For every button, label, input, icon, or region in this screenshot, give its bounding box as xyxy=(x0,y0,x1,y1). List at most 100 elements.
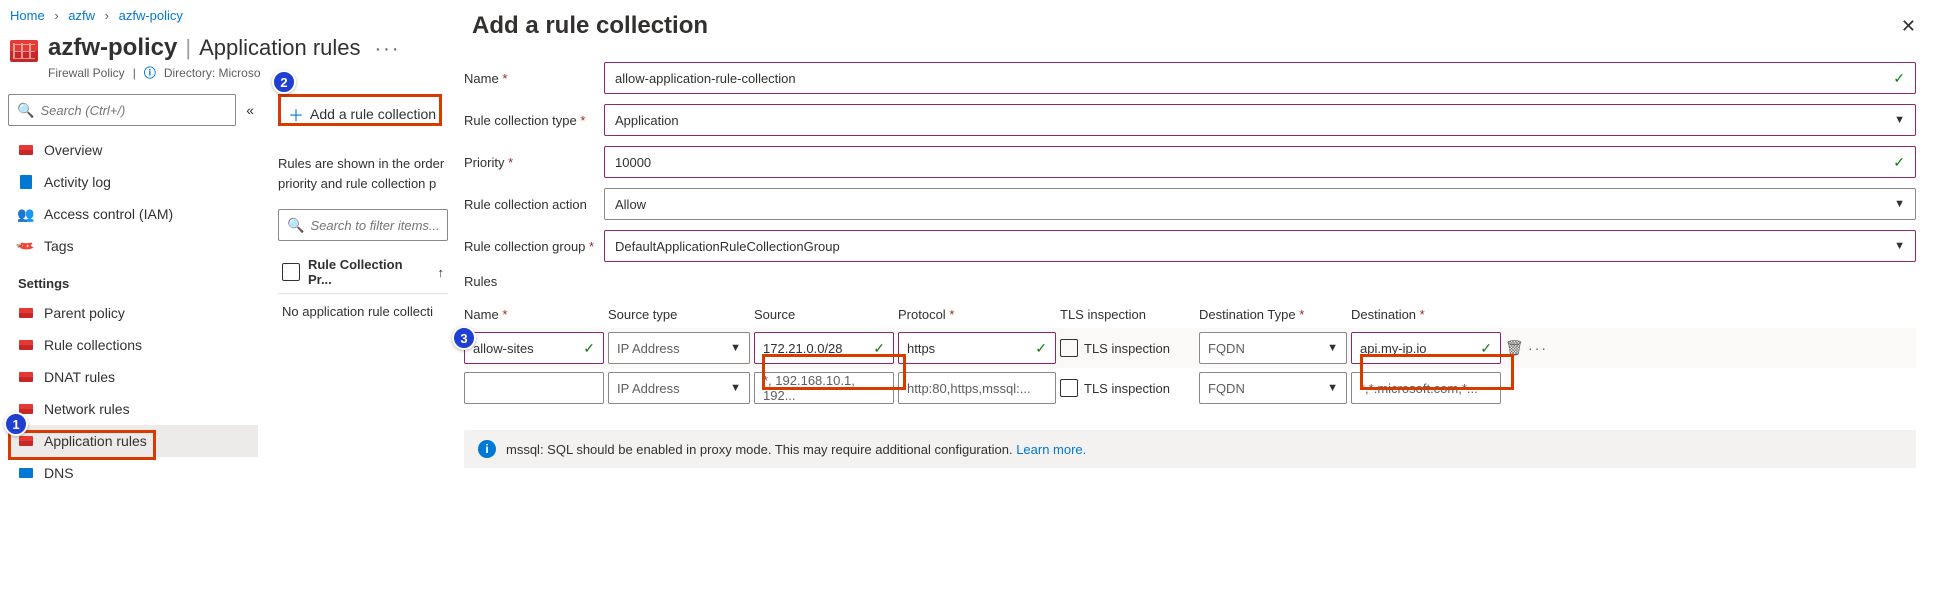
search-icon: 🔍 xyxy=(287,217,304,234)
group-select[interactable]: DefaultApplicationRuleCollectionGroup ▼ xyxy=(604,230,1916,262)
check-icon: ✓ xyxy=(873,340,885,357)
info-banner: i mssql: SQL should be enabled in proxy … xyxy=(464,430,1916,468)
nav-tags[interactable]: 🔖 Tags xyxy=(8,230,258,262)
priority-input[interactable]: 10000 ✓ xyxy=(604,146,1916,178)
rule-dest-type-select[interactable]: FQDN ▼ xyxy=(1199,372,1347,404)
sort-icon[interactable]: ↑ xyxy=(438,265,445,280)
name-label: Name xyxy=(464,71,499,86)
rules-heading: Rules xyxy=(464,274,1916,289)
filter-box[interactable]: 🔍 xyxy=(278,209,448,241)
check-icon: ✓ xyxy=(1035,340,1047,357)
info-text: mssql: SQL should be enabled in proxy mo… xyxy=(506,442,1013,457)
name-input[interactable]: allow-application-rule-collection ✓ xyxy=(604,62,1916,94)
iam-icon: 👥 xyxy=(18,206,34,222)
rule-tls-checkbox[interactable]: TLS inspection xyxy=(1060,339,1195,357)
nav-dnat-rules[interactable]: DNAT rules xyxy=(8,361,258,393)
rule-source-type-select[interactable]: IP Address ▼ xyxy=(608,372,750,404)
col-dest-type: Destination Type xyxy=(1199,307,1296,322)
learn-more-link[interactable]: Learn more. xyxy=(1016,442,1086,457)
column-header[interactable]: Rule Collection Pr... xyxy=(308,257,430,287)
breadcrumb: Home › azfw › azfw-policy xyxy=(10,8,183,23)
nav-iam[interactable]: 👥 Access control (IAM) xyxy=(8,198,258,230)
header-more-icon[interactable]: ··· xyxy=(375,38,401,61)
tag-icon: 🔖 xyxy=(15,235,38,258)
action-label: Rule collection action xyxy=(464,197,587,212)
nav-activity-log[interactable]: Activity log xyxy=(8,166,258,198)
action-select[interactable]: Allow ▼ xyxy=(604,188,1916,220)
rule-dest-input-empty[interactable]: *,*.microsoft.com,*... xyxy=(1351,372,1501,404)
col-source: Source xyxy=(754,307,894,328)
rule-tls-checkbox[interactable]: TLS inspection xyxy=(1060,379,1195,397)
rule-dest-type-select[interactable]: FQDN ▼ xyxy=(1199,332,1347,364)
filter-input[interactable] xyxy=(310,218,439,233)
nav-label: DNAT rules xyxy=(44,369,115,385)
nav-label: Tags xyxy=(44,238,74,254)
firewall-icon xyxy=(19,436,33,446)
plus-icon: ＋ xyxy=(288,102,304,126)
breadcrumb-azfw[interactable]: azfw xyxy=(68,8,95,23)
resource-type: Firewall Policy xyxy=(48,66,125,80)
firewall-icon xyxy=(19,145,33,155)
nav-search[interactable]: 🔍 xyxy=(8,94,236,126)
col-source-type: Source type xyxy=(608,307,750,328)
type-select[interactable]: Application ▼ xyxy=(604,104,1916,136)
firewall-icon xyxy=(19,308,33,318)
rules-description: Rules are shown in the order priority an… xyxy=(278,154,448,193)
breadcrumb-home[interactable]: Home xyxy=(10,8,45,23)
nav-application-rules[interactable]: Application rules xyxy=(8,425,258,457)
firewall-icon xyxy=(19,340,33,350)
delete-row-button[interactable]: 🗑 xyxy=(1505,339,1524,357)
chevron-down-icon: ▼ xyxy=(1894,114,1905,126)
check-icon: ✓ xyxy=(1893,154,1905,171)
check-icon: ✓ xyxy=(1480,340,1492,357)
check-icon: ✓ xyxy=(1893,70,1905,87)
priority-label: Priority xyxy=(464,155,504,170)
select-all-checkbox[interactable] xyxy=(282,263,300,281)
rule-protocol-input[interactable]: https ✓ xyxy=(898,332,1056,364)
rule-name-input-empty[interactable] xyxy=(464,372,604,404)
nav-parent-policy[interactable]: Parent policy xyxy=(8,297,258,329)
nav-rule-collections[interactable]: Rule collections xyxy=(8,329,258,361)
nav-overview[interactable]: Overview xyxy=(8,134,258,166)
firewall-icon xyxy=(19,372,33,382)
rule-dest-input[interactable]: api.my-ip.io ✓ xyxy=(1351,332,1501,364)
rule-source-type-select[interactable]: IP Address ▼ xyxy=(608,332,750,364)
nav-dns[interactable]: DNS xyxy=(8,457,258,489)
add-rule-collection-button[interactable]: ＋ Add a rule collection xyxy=(278,94,446,134)
dns-icon xyxy=(19,468,33,478)
collapse-nav-button[interactable]: « xyxy=(242,98,258,122)
nav-label: Overview xyxy=(44,142,102,158)
row-more-button[interactable]: ··· xyxy=(1528,340,1548,356)
nav-label: Rule collections xyxy=(44,337,142,353)
search-input[interactable] xyxy=(40,103,227,118)
nav-network-rules[interactable]: Network rules xyxy=(8,393,258,425)
rule-protocol-input-empty[interactable]: http:80,https,mssql:... xyxy=(898,372,1056,404)
rule-source-input-empty[interactable]: *, 192.168.10.1, 192... xyxy=(754,372,894,404)
nav-label: Access control (IAM) xyxy=(44,206,173,222)
close-button[interactable]: ✕ xyxy=(1901,16,1916,37)
doc-icon xyxy=(20,175,32,189)
nav-label: Parent policy xyxy=(44,305,125,321)
page-title: azfw-policy xyxy=(48,34,177,62)
nav-section-settings: Settings xyxy=(8,262,258,297)
chevron-down-icon: ▼ xyxy=(1327,382,1338,394)
directory-label: Directory: Microso xyxy=(164,66,261,80)
add-rule-collection-panel: Add a rule collection ✕ Name * allow-app… xyxy=(448,0,1940,610)
chevron-down-icon: ▼ xyxy=(1894,240,1905,252)
type-label: Rule collection type xyxy=(464,113,577,128)
nav-label: Network rules xyxy=(44,401,130,417)
info-icon: ⓘ xyxy=(144,64,156,81)
rule-source-input[interactable]: 172.21.0.0/28 ✓ xyxy=(754,332,894,364)
col-dest: Destination xyxy=(1351,307,1416,322)
chevron-down-icon: ▼ xyxy=(1894,198,1905,210)
rule-name-input[interactable]: allow-sites ✓ xyxy=(464,332,604,364)
breadcrumb-policy[interactable]: azfw-policy xyxy=(119,8,183,23)
col-tls: TLS inspection xyxy=(1060,307,1195,328)
info-icon: i xyxy=(478,440,496,458)
nav-label: Activity log xyxy=(44,174,111,190)
chevron-down-icon: ▼ xyxy=(1327,342,1338,354)
firewall-policy-icon xyxy=(10,40,38,62)
nav-label: Application rules xyxy=(44,433,147,449)
search-icon: 🔍 xyxy=(17,102,34,119)
col-name: Name xyxy=(464,307,499,322)
